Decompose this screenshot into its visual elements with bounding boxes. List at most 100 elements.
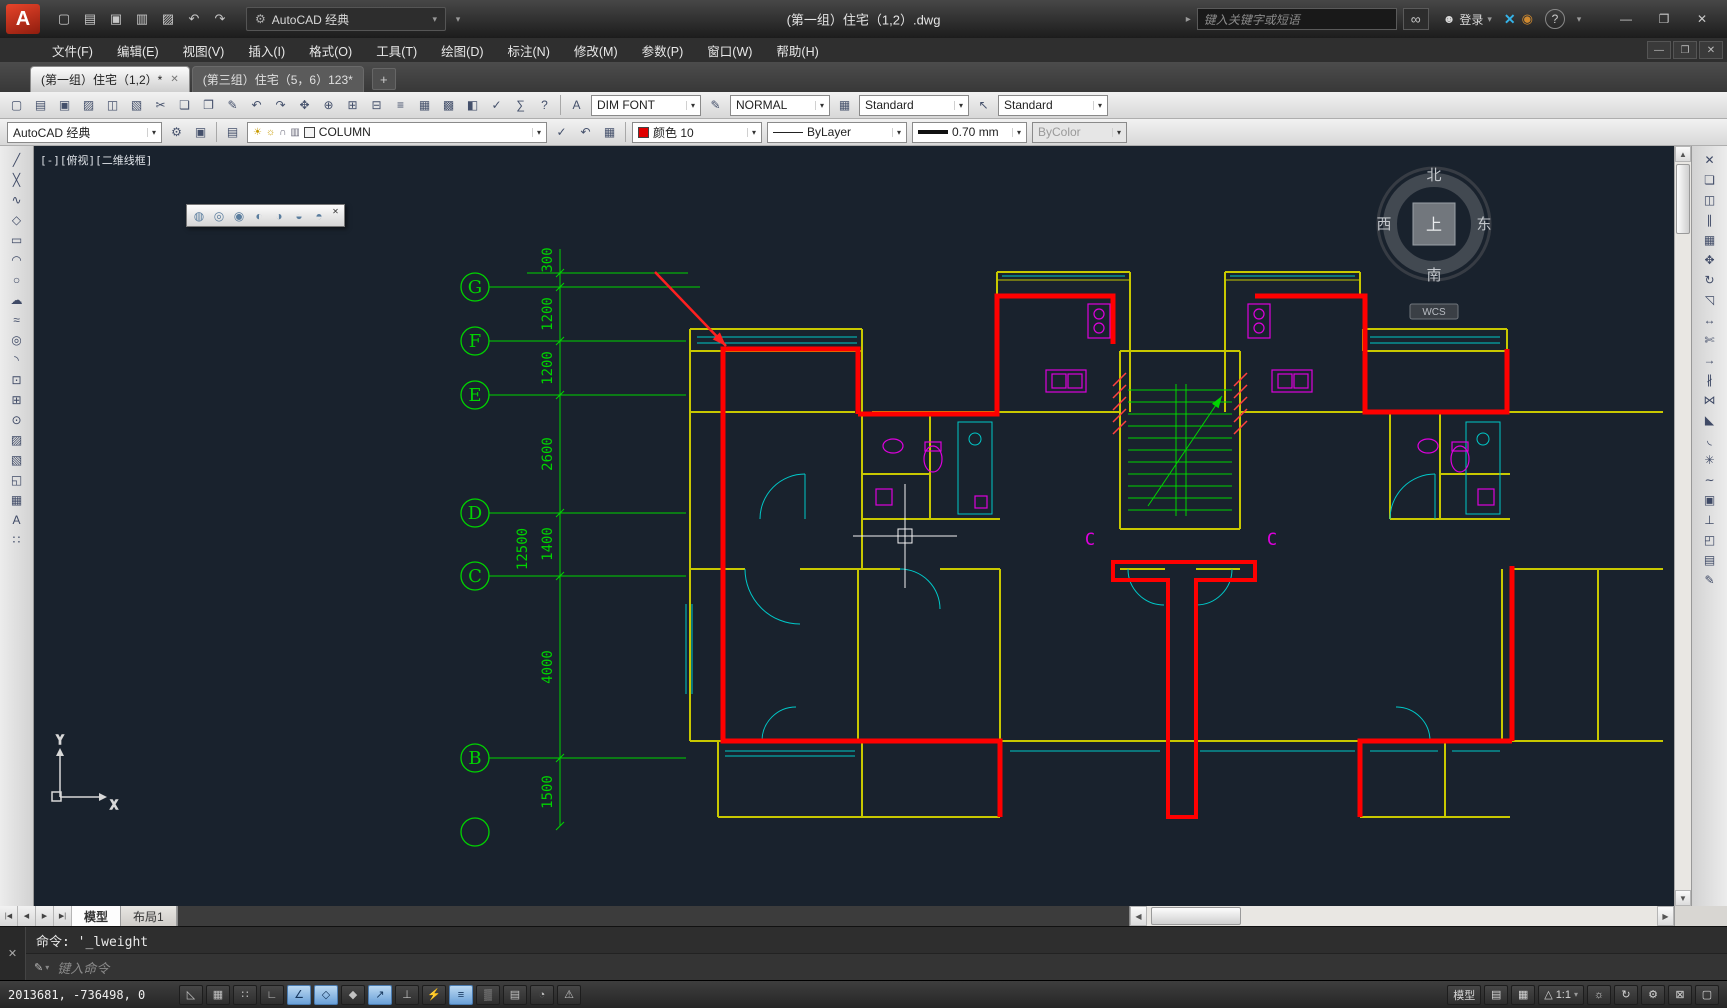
named-views-icon[interactable]: ◰	[1697, 530, 1723, 550]
ellipse-arc-icon[interactable]: ◝	[4, 350, 30, 370]
markup-set-manager-icon[interactable]: ✓	[485, 94, 508, 116]
qat-open-icon[interactable]: ▤	[78, 7, 102, 31]
mleader-style-icon[interactable]: ↖	[972, 94, 995, 116]
layout-space-icon[interactable]: ▦	[1511, 985, 1535, 1005]
copy-icon[interactable]: ❏	[1697, 170, 1723, 190]
workspace-settings-icon[interactable]: ⚙	[165, 121, 188, 143]
ellipse-icon[interactable]: ◎	[4, 330, 30, 350]
viewport-controls[interactable]: [-][俯视][二维线框]	[40, 152, 152, 168]
offset-icon[interactable]: ∥	[1697, 210, 1723, 230]
annotation-visibility-icon[interactable]: ☼	[1587, 985, 1611, 1005]
menu-window[interactable]: 窗口(W)	[695, 38, 764, 62]
vertical-scroll-thumb[interactable]	[1676, 164, 1690, 234]
menu-modify[interactable]: 修改(M)	[562, 38, 630, 62]
3d-object-snap-toggle[interactable]: ◆	[341, 985, 365, 1005]
extend-icon[interactable]: →	[1697, 350, 1723, 370]
mirror-icon[interactable]: ◫	[1697, 190, 1723, 210]
publish-icon[interactable]: ▧	[125, 94, 148, 116]
pan-icon[interactable]: ✥	[293, 94, 316, 116]
highlighted-wall-polyline[interactable]	[723, 296, 1512, 817]
text-style-icon[interactable]: A	[565, 94, 588, 116]
table-icon[interactable]: ▦	[4, 490, 30, 510]
lineweight-display-toggle[interactable]: ≡	[449, 985, 473, 1005]
paste-icon[interactable]: ❐	[197, 94, 220, 116]
dynamic-input-toggle[interactable]: ⚡	[422, 985, 446, 1005]
prev-tab-button[interactable]: ◀	[18, 906, 36, 926]
menu-view[interactable]: 视图(V)	[171, 38, 237, 62]
stretch-icon[interactable]: ↔	[1697, 310, 1723, 330]
close-icon[interactable]: ✕	[170, 74, 178, 85]
ucs-icon[interactable]: ⊥	[1697, 510, 1723, 530]
menu-draw[interactable]: 绘图(D)	[429, 38, 495, 62]
view-compass[interactable]: 北 西 东 南 上 WCS	[1376, 167, 1491, 319]
mdi-minimize-button[interactable]: —	[1647, 41, 1671, 59]
group-icon[interactable]: ▣	[1697, 490, 1723, 510]
quick-properties-toggle[interactable]: ▤	[503, 985, 527, 1005]
cut-icon[interactable]: ✂	[149, 94, 172, 116]
polygon-icon[interactable]: ◇	[4, 210, 30, 230]
orbit-front-icon[interactable]: ◒	[289, 206, 309, 225]
menu-insert[interactable]: 插入(I)	[236, 38, 297, 62]
break-icon[interactable]: ∦	[1697, 370, 1723, 390]
undo-icon[interactable]: ↶	[245, 94, 268, 116]
command-input-row[interactable]: ✎ ▾ 键入命令	[26, 954, 1727, 980]
copy-clip-icon[interactable]: ❏	[173, 94, 196, 116]
gradient-icon[interactable]: ▧	[4, 450, 30, 470]
minimize-button[interactable]: —	[1607, 6, 1645, 32]
create-block-icon[interactable]: ⊞	[4, 390, 30, 410]
revision-cloud-icon[interactable]: ☁	[4, 290, 30, 310]
object-snap-tracking-toggle[interactable]: ↗	[368, 985, 392, 1005]
search-expander-icon[interactable]: ▸	[1186, 14, 1191, 25]
menu-tools[interactable]: 工具(T)	[364, 38, 429, 62]
workspace-switching-icon[interactable]: ⚙	[1641, 985, 1665, 1005]
close-button[interactable]: ✕	[1683, 6, 1721, 32]
match-icon[interactable]: ✎	[1697, 570, 1723, 590]
sign-in-button[interactable]: ☻ 登录 ▾	[1443, 11, 1492, 28]
qat-plot-icon[interactable]: ▨	[156, 7, 180, 31]
menu-dimension[interactable]: 标注(N)	[496, 38, 562, 62]
rotate-icon[interactable]: ↻	[1697, 270, 1723, 290]
horizontal-scroll-thumb[interactable]	[1151, 907, 1241, 925]
mdi-restore-button[interactable]: ❐	[1673, 41, 1697, 59]
zoom-realtime-icon[interactable]: ⊕	[317, 94, 340, 116]
lineweight-dropdown[interactable]: 0.70 mm ▾	[912, 122, 1027, 143]
toolbar-lock-icon[interactable]: ⊠	[1668, 985, 1692, 1005]
plot-preview-icon[interactable]: ◫	[101, 94, 124, 116]
help-icon[interactable]: ?	[533, 94, 556, 116]
scroll-up-icon[interactable]: ▲	[1675, 146, 1691, 162]
text-style-dropdown[interactable]: DIM FONT ▾	[591, 95, 701, 116]
mdi-close-button[interactable]: ✕	[1699, 41, 1723, 59]
scroll-left-icon[interactable]: ◀	[1130, 906, 1147, 926]
polyline-icon[interactable]: ∿	[4, 190, 30, 210]
auto-annotation-scale-icon[interactable]: ↻	[1614, 985, 1638, 1005]
menu-parametric[interactable]: 参数(P)	[630, 38, 696, 62]
blend-curves-icon[interactable]: ∼	[1697, 470, 1723, 490]
divide-icon[interactable]: ∷	[4, 530, 30, 550]
annotation-monitor-toggle[interactable]: ⚠	[557, 985, 581, 1005]
vertical-scrollbar[interactable]: ▲ ▼	[1674, 146, 1691, 906]
layer-states-icon[interactable]: ▦	[598, 121, 621, 143]
object-snap-toggle[interactable]: ◇	[314, 985, 338, 1005]
explode-icon[interactable]: ✳	[1697, 450, 1723, 470]
scroll-down-icon[interactable]: ▼	[1675, 890, 1691, 906]
drawing-canvas[interactable]: [-][俯视][二维线框] ◍◎◉◐◑◒◓ ✕	[34, 146, 1674, 906]
qat-new-icon[interactable]: ▢	[52, 7, 76, 31]
construction-line-icon[interactable]: ╳	[4, 170, 30, 190]
match-properties-icon[interactable]: ✎	[221, 94, 244, 116]
mleader-style-dropdown[interactable]: Standard ▾	[998, 95, 1108, 116]
properties-icon[interactable]: ▤	[1697, 550, 1723, 570]
dim-style-icon[interactable]: ✎	[704, 94, 727, 116]
tool-palettes-icon[interactable]: ▩	[437, 94, 460, 116]
horizontal-scrollbar[interactable]: ◀ ▶	[1129, 906, 1674, 926]
layout1-tab[interactable]: 布局1	[121, 906, 177, 926]
workspace-dropdown[interactable]: ⚙ AutoCAD 经典 ▾	[246, 7, 446, 31]
polar-tracking-toggle[interactable]: ∠	[287, 985, 311, 1005]
line-icon[interactable]: ╱	[4, 150, 30, 170]
table-style-dropdown[interactable]: Standard ▾	[859, 95, 969, 116]
sheet-set-manager-icon[interactable]: ◧	[461, 94, 484, 116]
workspace-save-icon[interactable]: ▣	[189, 121, 212, 143]
close-icon[interactable]: ✕	[329, 206, 342, 225]
region-icon[interactable]: ◱	[4, 470, 30, 490]
qat-saveas-icon[interactable]: ▥	[130, 7, 154, 31]
orbit-continuous-icon[interactable]: ◉	[229, 206, 249, 225]
